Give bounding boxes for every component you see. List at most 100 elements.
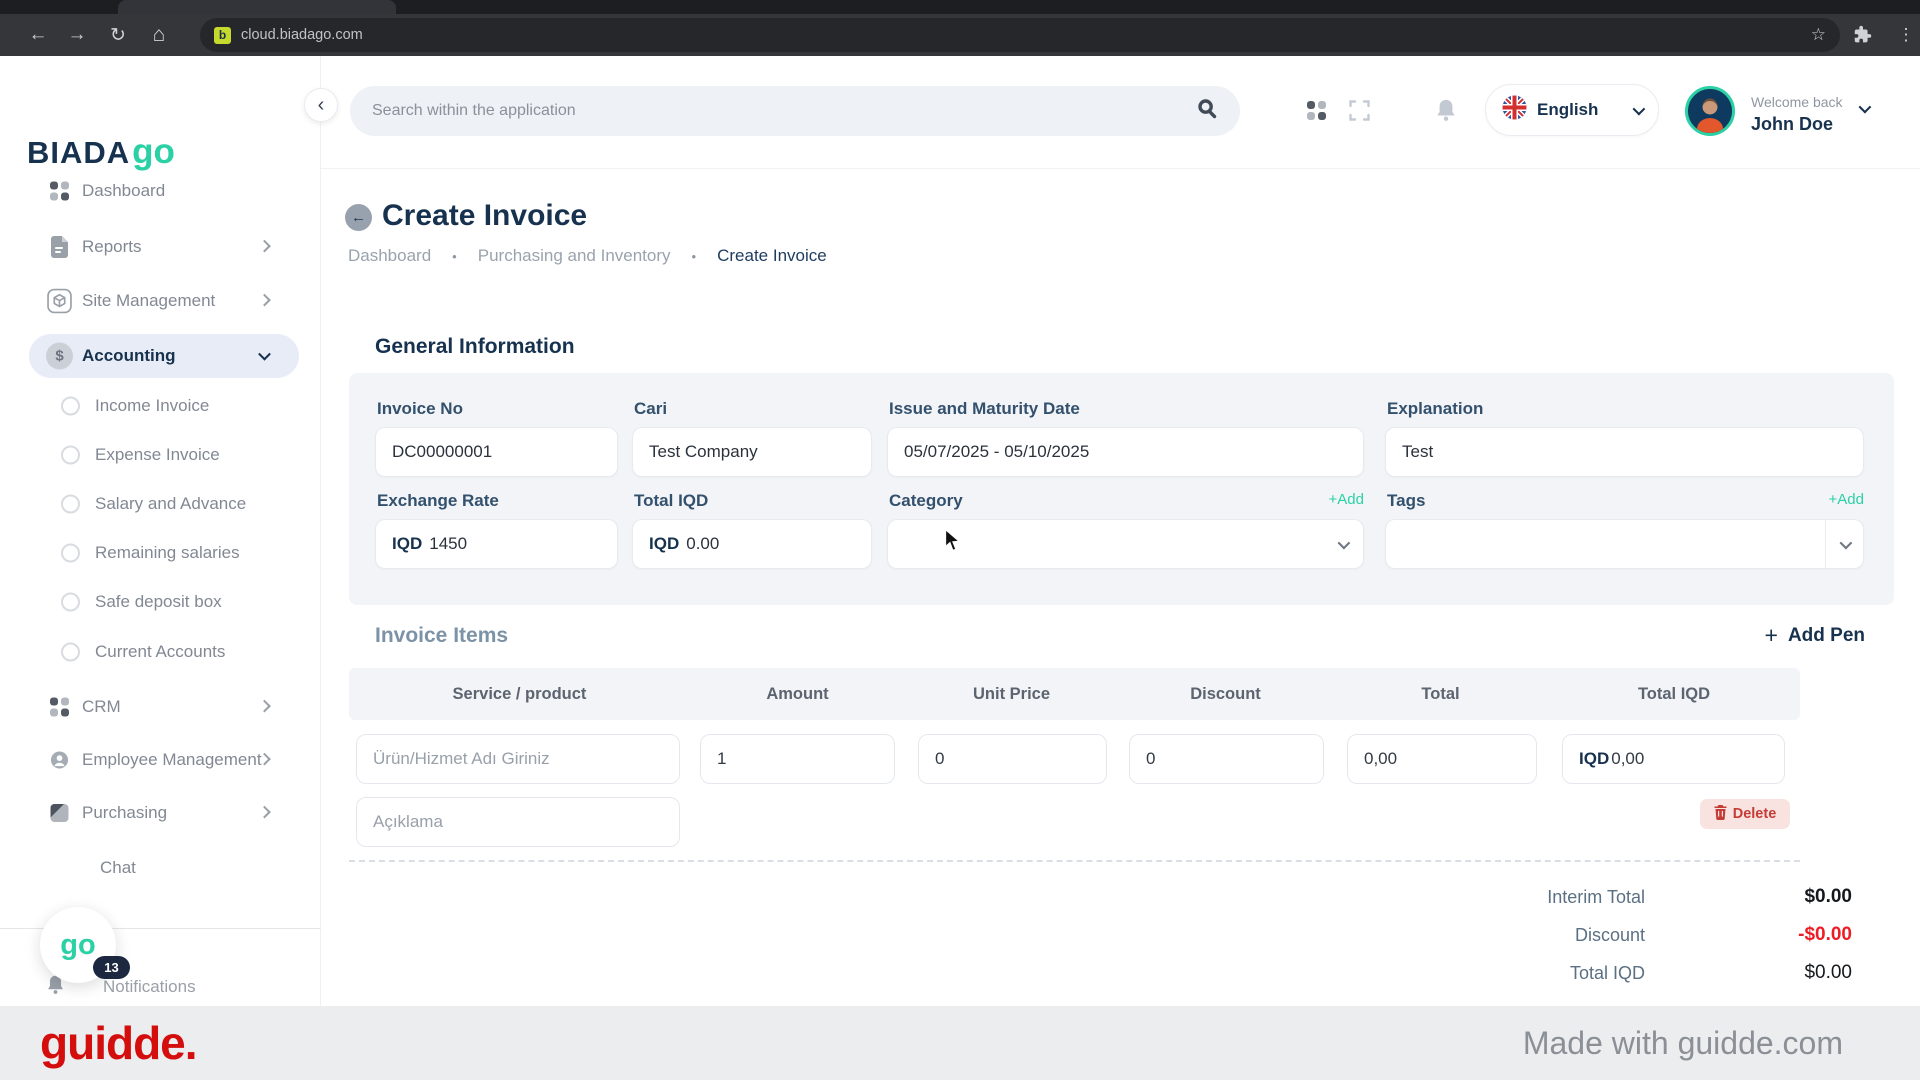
notifications-bell-icon[interactable] [1435, 98, 1457, 127]
explanation-field[interactable]: Test [1385, 427, 1864, 477]
site-favicon: b [214, 27, 231, 44]
sidebar-item-safe-deposit-box[interactable]: Safe deposit box [0, 582, 321, 622]
sidebar-item-salary-and-advance[interactable]: Salary and Advance [0, 484, 321, 524]
guidde-brand: guidde. [40, 1016, 197, 1070]
breadcrumb-dashboard[interactable]: Dashboard [348, 246, 431, 266]
interim-total-value: $0.00 [1645, 886, 1852, 908]
search-input[interactable]: Search within the application [350, 86, 1240, 136]
radio-circle-icon [61, 544, 80, 563]
sidebar-item-reports[interactable]: Reports [0, 227, 321, 267]
home-icon[interactable]: ⌂ [142, 14, 176, 56]
breadcrumb-separator: • [692, 249, 697, 264]
language-selector[interactable]: English [1485, 84, 1659, 136]
cube-icon [46, 289, 73, 314]
invoice-no-value: DC00000001 [392, 442, 492, 462]
profile-chevron-down-icon[interactable] [1859, 101, 1872, 114]
row-total-input[interactable]: 0,00 [1347, 734, 1537, 784]
discount-input[interactable]: 0 [1129, 734, 1324, 784]
service-product-placeholder: Ürün/Hizmet Adı Giriniz [373, 749, 550, 769]
total-iqd-field[interactable]: IQD 0.00 [632, 519, 872, 569]
logo-text-accent: go [132, 132, 175, 172]
row-total-iqd-value: 0,00 [1611, 749, 1644, 769]
sidebar-item-current-accounts[interactable]: Current Accounts [0, 632, 321, 672]
invoice-items-table-header: Service / product Amount Unit Price Disc… [349, 668, 1800, 720]
chevron-down-icon [1840, 536, 1853, 549]
grand-total-iqd-value: $0.00 [1645, 962, 1852, 984]
sidebar-item-label: Salary and Advance [95, 494, 246, 514]
description-input[interactable]: Açıklama [356, 797, 680, 847]
chevron-right-icon [258, 806, 271, 819]
discount-total-label: Discount [1200, 925, 1645, 946]
search-placeholder: Search within the application [372, 102, 1197, 120]
currency-prefix: IQD [392, 534, 422, 554]
sidebar-item-income-invoice[interactable]: Income Invoice [0, 386, 321, 426]
sidebar-item-remaining-salaries[interactable]: Remaining salaries [0, 533, 321, 573]
crm-grid-icon [46, 698, 73, 717]
sidebar-item-expense-invoice[interactable]: Expense Invoice [0, 435, 321, 475]
tags-select[interactable] [1385, 519, 1864, 569]
extensions-icon[interactable] [1852, 24, 1874, 51]
forward-nav-icon[interactable]: → [60, 14, 94, 56]
sidebar-item-dashboard[interactable]: Dashboard [0, 171, 321, 211]
browser-menu-icon[interactable]: ⋮ [1892, 14, 1920, 56]
table-divider [349, 860, 1800, 862]
category-add-link[interactable]: +Add [1329, 491, 1364, 508]
col-amount: Amount [690, 685, 905, 704]
sidebar-item-label: CRM [82, 697, 121, 717]
cari-field[interactable]: Test Company [632, 427, 872, 477]
general-information-panel: Invoice No DC00000001 Cari Test Company … [349, 373, 1894, 605]
fullscreen-icon[interactable] [1349, 100, 1370, 121]
sidebar-item-purchasing[interactable]: Purchasing [0, 793, 321, 833]
interim-total-label: Interim Total [1200, 887, 1645, 908]
back-nav-icon[interactable]: ← [21, 14, 55, 56]
screen: ← → ↻ ⌂ b cloud.biadago.com ☆ ⋮ BIADA go… [0, 0, 1920, 1080]
issue-maturity-date-field[interactable]: 05/07/2025 - 05/10/2025 [887, 427, 1364, 477]
row-total-iqd-input[interactable]: IQD 0,00 [1562, 734, 1785, 784]
search-icon[interactable] [1197, 98, 1218, 124]
service-product-input[interactable]: Ürün/Hizmet Adı Giriniz [356, 734, 680, 784]
sidebar-item-label: Chat [100, 858, 136, 878]
amount-value: 1 [717, 749, 726, 769]
chevron-down-icon [258, 348, 271, 361]
user-greeting[interactable]: Welcome back John Doe [1751, 94, 1843, 135]
invoice-no-field[interactable]: DC00000001 [375, 427, 618, 477]
language-label: English [1537, 100, 1598, 120]
logo-text-primary: BIADA [27, 135, 130, 171]
notifications-label: Notifications [103, 977, 196, 997]
delete-row-button[interactable]: Delete [1700, 799, 1790, 829]
sidebar-item-notifications[interactable]: Notifications [0, 967, 321, 1007]
tags-add-link[interactable]: +Add [1829, 491, 1864, 508]
date-range-value: 05/07/2025 - 05/10/2025 [904, 442, 1089, 462]
browser-tab[interactable] [118, 0, 396, 14]
sidebar-item-site-management[interactable]: Site Management [0, 281, 321, 321]
exchange-rate-field[interactable]: IQD 1450 [375, 519, 618, 569]
bookmark-icon[interactable]: ☆ [1811, 25, 1826, 45]
url-bar[interactable]: b cloud.biadago.com ☆ [200, 18, 1840, 52]
row-total-value: 0,00 [1364, 749, 1397, 769]
sidebar-item-accounting[interactable]: $ Accounting [0, 336, 321, 376]
apps-grid-icon[interactable] [1307, 101, 1326, 120]
browser-chrome: ← → ↻ ⌂ b cloud.biadago.com ☆ ⋮ [0, 0, 1920, 56]
tags-label: Tags [1387, 491, 1425, 511]
reload-icon[interactable]: ↻ [101, 14, 135, 56]
sidebar-item-employee-management[interactable]: Employee Management [0, 740, 321, 780]
sidebar-item-label: Accounting [82, 346, 176, 366]
grand-total-iqd-label: Total IQD [1200, 963, 1645, 984]
page-back-button[interactable]: ← [345, 204, 372, 231]
sidebar-item-crm[interactable]: CRM [0, 687, 321, 727]
folder-icon [46, 804, 73, 823]
sidebar-item-chat[interactable]: Chat [0, 848, 321, 888]
radio-circle-icon [61, 495, 80, 514]
general-information-heading: General Information [375, 335, 575, 359]
avatar[interactable] [1685, 86, 1735, 136]
sidebar-item-label: Expense Invoice [95, 445, 220, 465]
sidebar-collapse-button[interactable]: ‹ [304, 88, 338, 122]
description-placeholder: Açıklama [373, 812, 443, 832]
amount-input[interactable]: 1 [700, 734, 895, 784]
unit-price-input[interactable]: 0 [918, 734, 1107, 784]
tags-dropdown-zone[interactable] [1825, 520, 1863, 568]
radio-circle-icon [61, 446, 80, 465]
breadcrumb-purchasing-inventory[interactable]: Purchasing and Inventory [478, 246, 671, 266]
col-service-product: Service / product [349, 685, 690, 704]
add-pen-button[interactable]: + Add Pen [1765, 622, 1866, 649]
